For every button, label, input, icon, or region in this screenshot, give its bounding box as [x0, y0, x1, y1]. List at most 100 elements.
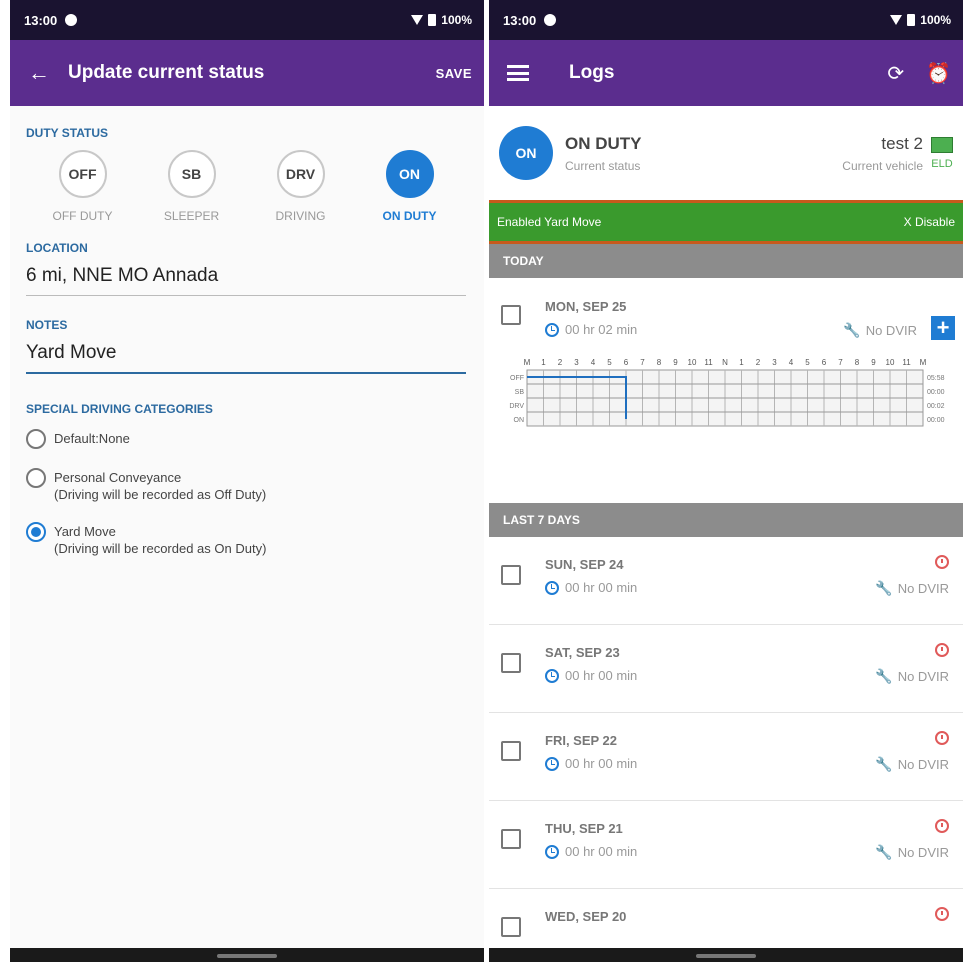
notes-field[interactable] [26, 332, 466, 374]
vehicle-label: Current vehicle [842, 158, 923, 173]
duty-log-grid[interactable]: M 1 2 3 4 5 6 7 8 9 10 11 N 1 2 3 4 5 6 7 8 9 10 11 M OFF SB DRV ON 0… [489, 352, 963, 472]
grid-hour-label: 5 [805, 358, 810, 367]
special-categories-radio-group: Default:None Personal Conveyance (Driving… [26, 429, 466, 557]
wifi-icon [411, 15, 424, 25]
radio-label: Personal Conveyance [54, 470, 182, 485]
log-duration: 00 hr 00 min [545, 844, 637, 859]
log-checkbox[interactable] [501, 653, 521, 673]
menu-icon[interactable] [507, 65, 529, 81]
dvir-status[interactable]: 🔧 No DVIR [875, 580, 949, 597]
duty-circle-sb[interactable]: SB [167, 150, 216, 198]
radio-button-checked[interactable] [26, 522, 46, 542]
alert-icon [935, 555, 949, 569]
duty-option-drv[interactable]: DRV DRIVING [248, 150, 353, 223]
duty-option-off[interactable]: OFF OFF DUTY [30, 150, 135, 223]
eld-connected-icon [931, 136, 953, 153]
save-button[interactable]: SAVE [436, 66, 472, 81]
day-log-row[interactable]: FRI, SEP 22 00 hr 00 min 🔧 No DVIR [489, 713, 963, 801]
day-log-row[interactable]: SAT, SEP 23 00 hr 00 min 🔧 No DVIR [489, 625, 963, 713]
current-status-circle[interactable]: ON [499, 126, 553, 180]
eld-status[interactable]: ELD [931, 136, 953, 170]
dvir-status[interactable]: 🔧 No DVIR [843, 322, 917, 339]
wrench-icon: 🔧 [875, 668, 893, 684]
log-date: THU, SEP 21 [545, 821, 623, 836]
location-block: LOCATION [26, 241, 466, 296]
yard-move-banner: Enabled Yard Move X Disable [489, 200, 963, 244]
system-nav-bar [489, 948, 963, 962]
home-pill[interactable] [696, 954, 756, 958]
status-form: DUTY STATUS OFF OFF DUTY SB SLEEPER DRV … [10, 106, 484, 557]
clock-time: 13:00 [24, 12, 58, 28]
dvir-text: No DVIR [897, 845, 949, 860]
grid-hour-label: 2 [756, 358, 761, 367]
dvir-text: No DVIR [865, 323, 917, 338]
log-checkbox[interactable] [501, 829, 521, 849]
system-nav-bar [10, 948, 484, 962]
location-label: LOCATION [26, 241, 88, 255]
notes-block: NOTES [26, 318, 466, 374]
dvir-status[interactable]: 🔧 No DVIR [875, 668, 949, 685]
radio-default-none[interactable]: Default:None [26, 429, 466, 449]
grid-hour-label: 2 [558, 358, 563, 367]
log-duration: 00 hr 00 min [545, 580, 637, 595]
duty-option-on[interactable]: ON ON DUTY [357, 150, 462, 223]
location-field[interactable] [26, 255, 466, 296]
sync-icon[interactable]: ⟳ [887, 61, 904, 86]
notification-icon [544, 14, 557, 26]
vehicle-name: test 2 [881, 133, 923, 153]
log-date: SAT, SEP 23 [545, 645, 620, 660]
wrench-icon: 🔧 [843, 322, 861, 338]
page-title: Update current status [68, 62, 265, 83]
grid-hour-label: 8 [657, 358, 662, 367]
today-log-row[interactable]: MON, SEP 25 00 hr 02 min 🔧 No DVIR + M 1 2 3… [489, 278, 963, 503]
grid-hour-label: 1 [739, 358, 744, 367]
radio-sublabel: (Driving will be recorded as Off Duty) [54, 487, 267, 502]
duty-circle-drv[interactable]: DRV [276, 150, 325, 198]
radio-yard-move[interactable]: Yard Move (Driving will be recorded as On… [26, 522, 466, 557]
radio-button[interactable] [26, 429, 46, 449]
dvir-text: No DVIR [897, 669, 949, 684]
grid-hour-label: 3 [772, 358, 777, 367]
duty-text-drv: DRIVING [275, 209, 326, 223]
radio-label: Yard Move [54, 524, 116, 539]
current-status-header: ON ON DUTY Current status test 2 Current… [489, 106, 963, 200]
current-vehicle[interactable]: test 2 Current vehicle [842, 134, 923, 173]
add-dvir-button[interactable]: + [931, 316, 955, 340]
grid-row-label: ON [514, 417, 525, 424]
status-bar: 13:00 100% [10, 0, 484, 40]
log-date: MON, SEP 25 [545, 299, 627, 314]
log-duration: 00 hr 00 min [545, 756, 637, 771]
home-pill[interactable] [217, 954, 277, 958]
past-days-list: SUN, SEP 24 00 hr 00 min 🔧 No DVIR SAT, S… [489, 537, 963, 962]
dvir-status[interactable]: 🔧 No DVIR [875, 844, 949, 861]
duty-circle-on[interactable]: ON [385, 150, 434, 198]
log-checkbox[interactable] [501, 917, 521, 937]
special-categories-block: SPECIAL DRIVING CATEGORIES Default:None … [26, 402, 466, 557]
log-date: FRI, SEP 22 [545, 733, 618, 748]
log-checkbox[interactable] [501, 741, 521, 761]
radio-button[interactable] [26, 468, 46, 488]
alarm-icon[interactable]: ⏰ [926, 61, 951, 86]
back-arrow-icon[interactable]: ← [28, 60, 68, 86]
clock-icon [545, 668, 559, 683]
day-log-row[interactable]: THU, SEP 21 00 hr 00 min 🔧 No DVIR [489, 801, 963, 889]
log-checkbox[interactable] [501, 565, 521, 585]
current-status-value: ON DUTY [565, 133, 642, 153]
grid-hour-label: 8 [855, 358, 860, 367]
radio-personal-conveyance[interactable]: Personal Conveyance (Driving will be reco… [26, 468, 466, 503]
disable-yard-move-button[interactable]: X Disable [904, 215, 955, 229]
update-status-screen: 13:00 100% ← Update current status SAVE … [10, 0, 484, 962]
dvir-status[interactable]: 🔧 No DVIR [875, 756, 949, 773]
grid-row-label: DRV [509, 403, 524, 410]
clock-icon [545, 756, 559, 771]
grid-hour-label: 10 [688, 358, 697, 367]
grid-hour-label: M [920, 358, 927, 367]
log-checkbox[interactable] [501, 305, 521, 325]
duration-text: 00 hr 00 min [565, 844, 638, 859]
current-status-label: Current status [565, 158, 641, 173]
duty-option-sb[interactable]: SB SLEEPER [139, 150, 244, 223]
grid-hour-label: 4 [591, 358, 596, 367]
day-log-row[interactable]: SUN, SEP 24 00 hr 00 min 🔧 No DVIR [489, 537, 963, 625]
duty-circle-off[interactable]: OFF [58, 150, 107, 198]
grid-hour-label: 4 [789, 358, 794, 367]
